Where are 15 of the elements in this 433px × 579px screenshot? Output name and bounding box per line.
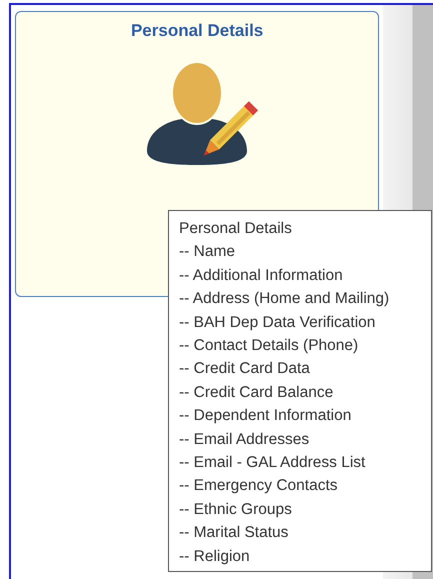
tooltip-item: -- Religion xyxy=(179,546,250,567)
tooltip-item: -- Email Addresses xyxy=(179,430,310,450)
tile-title: Personal Details xyxy=(130,21,264,41)
tooltip-item: -- Credit Card Balance xyxy=(179,382,334,403)
tooltip-title: Personal Details xyxy=(179,219,292,239)
tooltip-item: -- BAH Dep Data Verification xyxy=(179,312,376,333)
tooltip-item: -- Emergency Contacts xyxy=(179,476,338,496)
tooltip-item: -- Ethnic Groups xyxy=(179,500,292,520)
tooltip-item: -- Email - GAL Address List xyxy=(179,453,366,474)
tooltip-item: -- Marital Status xyxy=(179,523,288,544)
tooltip-item: -- Name xyxy=(179,242,235,262)
tooltip-item: -- Additional Information xyxy=(179,266,343,286)
tooltip-item: -- Dependent Information xyxy=(179,406,352,426)
tooltip-item: -- Contact Details (Phone) xyxy=(179,336,358,356)
tooltip-item: -- Credit Card Data xyxy=(179,359,310,380)
